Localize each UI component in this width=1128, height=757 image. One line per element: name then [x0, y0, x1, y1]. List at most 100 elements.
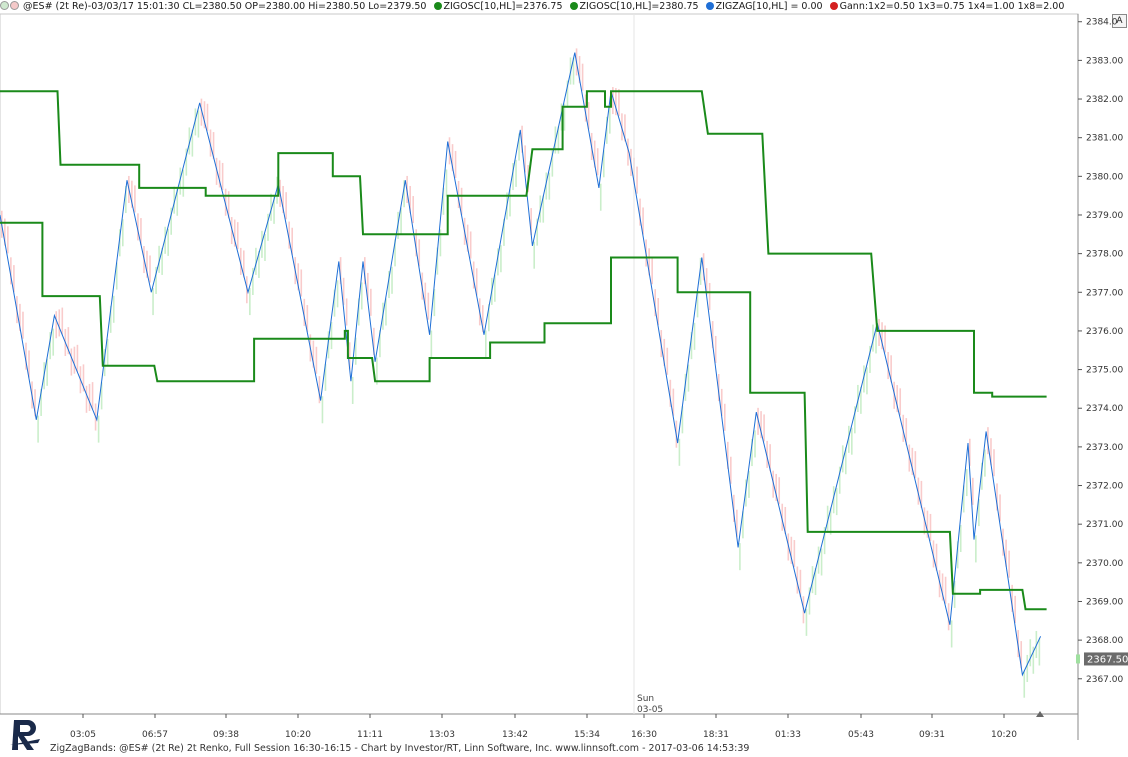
renko-bar: [793, 540, 796, 568]
renko-bar: [1023, 670, 1026, 698]
renko-bar: [984, 449, 986, 477]
renko-bar: [315, 346, 318, 374]
y-tick-label: 2371.00: [1086, 520, 1123, 530]
renko-bar: [730, 456, 732, 484]
renko-bar: [599, 183, 602, 211]
renko-bar: [899, 388, 902, 416]
renko-bar: [884, 325, 886, 353]
chart-frame: [0, 13, 1079, 740]
renko-bar: [581, 63, 584, 91]
y-tick-label: 2370.00: [1086, 559, 1123, 569]
renko-bar: [300, 269, 303, 297]
day-marker-label: Sun: [637, 694, 654, 704]
plot-border: [0, 13, 1079, 715]
renko-bar: [687, 364, 690, 392]
y-tick-label: 2378.00: [1086, 250, 1123, 260]
renko-bar: [678, 438, 681, 466]
renko-bar: [167, 228, 169, 256]
renko-bar: [149, 255, 151, 283]
y-tick-label: 2374.00: [1086, 404, 1123, 414]
x-tick-label: 15:34: [574, 730, 600, 740]
renko-bar: [533, 241, 535, 269]
last-price-label: 2367.50: [1087, 654, 1128, 665]
time-axis: 03:05 06:57 09:38 10:20 11:11 13:03 13:42 15:34…: [70, 694, 1044, 740]
renko-bar: [651, 257, 653, 285]
x-tick-label: 10:20: [991, 730, 1017, 740]
renko-bar: [91, 382, 94, 410]
renko-bar: [805, 608, 808, 636]
renko-bar: [975, 535, 977, 563]
y-tick-label: 2381.00: [1086, 134, 1123, 144]
x-tick-label: 13:42: [502, 730, 528, 740]
x-tick-label: 18:31: [703, 730, 729, 740]
indicator-lines: [0, 52, 1047, 677]
renko-bar: [206, 103, 209, 131]
x-tick-label: 03:05: [70, 730, 96, 740]
y-tick-label: 2380.00: [1086, 172, 1123, 182]
x-tick-label: 09:31: [919, 730, 945, 740]
renko-bar: [972, 477, 974, 505]
renko-bar: [221, 162, 224, 191]
zigzag-band-line: [0, 221, 1047, 611]
chart-footer: ZigZagBands: @ES# (2t Re) 2t Renko, Full…: [0, 740, 1128, 757]
zigzag-band-line: [0, 90, 1047, 398]
x-tick-label: 11:11: [357, 730, 383, 740]
x-tick-label: 01:33: [775, 730, 801, 740]
renko-bar: [58, 309, 61, 337]
renko-bar: [106, 339, 109, 367]
y-tick-label: 2375.00: [1086, 366, 1123, 376]
price-chart[interactable]: 2367.00 2368.00 2369.00 2370.00 2371.00 2372.…: [0, 0, 1128, 740]
x-tick-label: 05:43: [848, 730, 874, 740]
renko-bar: [778, 477, 781, 505]
renko-bar: [249, 288, 251, 316]
y-tick-label: 2376.00: [1086, 327, 1123, 337]
day-marker-date: 03-05: [637, 705, 663, 715]
renko-bar: [321, 396, 324, 424]
renko-bar: [999, 494, 1001, 522]
last-price-marker: [1076, 654, 1080, 664]
renko-bar: [515, 159, 517, 187]
renko-bar: [88, 383, 91, 411]
renko-bar: [360, 282, 363, 310]
renko-bar: [412, 196, 414, 224]
price-axis: 2367.00 2368.00 2369.00 2370.00 2371.00 2372.…: [1076, 18, 1128, 685]
renko-bar: [454, 150, 457, 179]
renko-bar: [430, 330, 433, 358]
y-tick-label: 2377.00: [1086, 288, 1123, 298]
renko-bar: [944, 576, 947, 604]
renko-bar: [22, 311, 24, 339]
renko-bars: [1, 48, 1041, 698]
renko-bar: [70, 348, 73, 376]
y-tick-label: 2372.00: [1086, 482, 1123, 492]
renko-bar: [835, 488, 838, 516]
renko-bar: [1014, 595, 1016, 623]
renko-bar: [1029, 639, 1032, 667]
renko-bar: [596, 148, 599, 176]
x-tick-label: 16:30: [631, 730, 657, 740]
renko-bar: [965, 469, 968, 497]
x-tick-label: 09:38: [213, 730, 239, 740]
footer-text: ZigZagBands: @ES# (2t Re) 2t Renko, Full…: [50, 743, 750, 754]
renko-bar: [1038, 638, 1041, 666]
renko-bar: [851, 427, 853, 455]
renko-bar: [351, 376, 354, 404]
renko-bar: [345, 298, 348, 326]
renko-bar: [723, 403, 726, 431]
renko-bar: [609, 106, 611, 134]
renko-bar: [61, 307, 64, 335]
renko-bar: [693, 322, 696, 350]
renko-bar: [708, 283, 711, 311]
renko-bar: [73, 346, 76, 374]
renko-bar: [714, 335, 717, 364]
renko-bar: [264, 233, 266, 261]
renko-bar: [370, 288, 372, 316]
renko-bar: [285, 192, 287, 220]
renko-bar: [469, 231, 472, 259]
renko-bar: [52, 328, 55, 356]
renko-bar: [618, 89, 620, 117]
renko-bar: [7, 226, 9, 254]
y-tick-label: 2369.00: [1086, 597, 1123, 607]
renko-bar: [236, 222, 239, 250]
y-tick-label: 2382.00: [1086, 95, 1123, 105]
renko-bar: [754, 430, 756, 458]
